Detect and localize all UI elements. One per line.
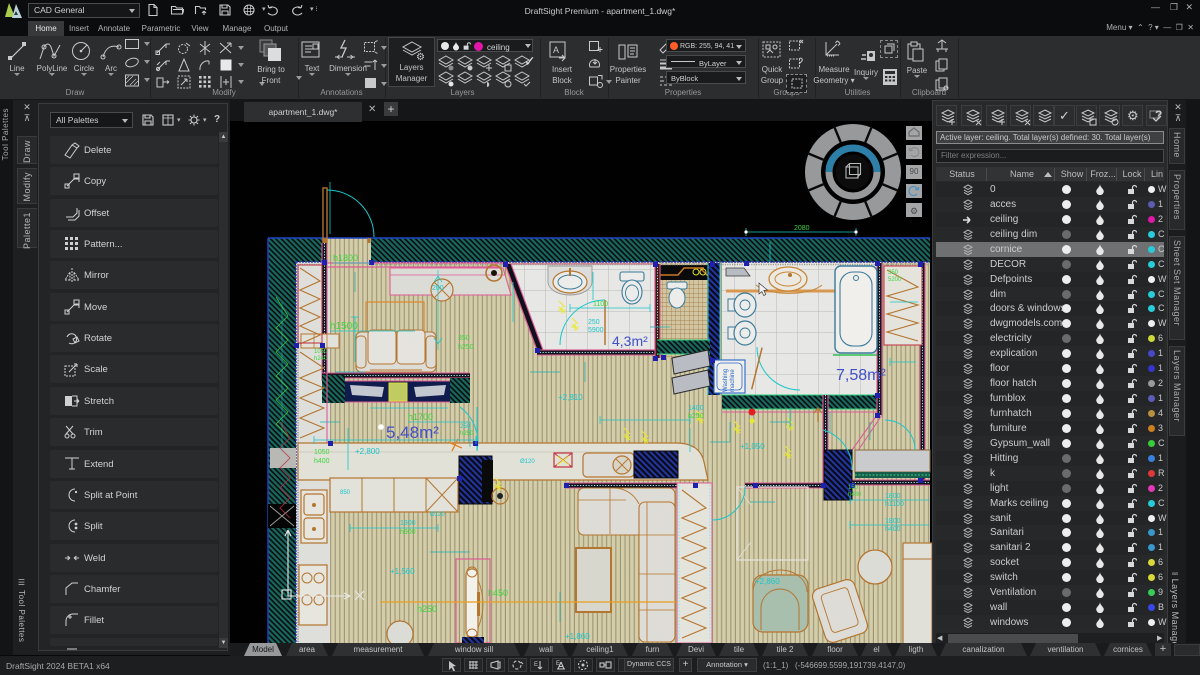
svg-text:+1,560: +1,560 <box>390 567 415 576</box>
svg-text:h400: h400 <box>885 526 901 533</box>
svg-text:h250: h250 <box>417 604 437 614</box>
svg-text:+2,810: +2,810 <box>558 393 583 402</box>
svg-text:Ø120: Ø120 <box>520 459 535 465</box>
svg-text:5200: 5200 <box>888 277 902 283</box>
svg-text:h250: h250 <box>458 344 474 351</box>
svg-text:⚙: ⚙ <box>910 206 918 216</box>
svg-text:1800: 1800 <box>885 493 901 500</box>
svg-text:A: A <box>553 45 559 55</box>
svg-text:350: 350 <box>458 335 470 342</box>
svg-text:350: 350 <box>888 270 899 276</box>
svg-text:Washing: Washing <box>723 369 729 392</box>
svg-text:7,58m²: 7,58m² <box>836 367 886 384</box>
svg-text:Ø120: Ø120 <box>430 512 445 518</box>
svg-text:1050: 1050 <box>314 349 328 355</box>
svg-text:h450: h450 <box>488 588 508 598</box>
svg-text:1900: 1900 <box>400 520 416 527</box>
svg-text:h250: h250 <box>460 431 474 437</box>
svg-text:4,3m²: 4,3m² <box>612 333 648 349</box>
svg-text:150: 150 <box>848 485 859 491</box>
svg-text:h900: h900 <box>400 529 416 536</box>
svg-text:1400: 1400 <box>688 405 704 412</box>
svg-text:1800: 1800 <box>885 518 901 525</box>
svg-text:h250: h250 <box>688 413 704 420</box>
svg-text:5,48m²: 5,48m² <box>386 423 439 442</box>
svg-text:h240: h240 <box>314 356 328 362</box>
svg-text:250: 250 <box>588 319 600 326</box>
svg-text:5900: 5900 <box>588 327 604 334</box>
svg-text:h480: h480 <box>848 492 862 498</box>
svg-text:90: 90 <box>910 167 919 176</box>
svg-text:h1700: h1700 <box>408 412 433 422</box>
svg-text:h1500: h1500 <box>330 321 358 332</box>
svg-text:E: E <box>534 662 538 668</box>
svg-text:2080: 2080 <box>794 225 810 232</box>
svg-text:machine: machine <box>730 369 736 392</box>
svg-text:h1100: h1100 <box>885 501 904 508</box>
svg-text:1050: 1050 <box>314 449 330 456</box>
svg-text:200: 200 <box>432 285 444 292</box>
svg-text:1100: 1100 <box>593 301 608 308</box>
svg-text:+1,860: +1,860 <box>565 632 590 641</box>
svg-text:+2,800: +2,800 <box>355 447 380 456</box>
svg-text:h400: h400 <box>314 458 330 465</box>
svg-text:+1,050: +1,050 <box>740 442 765 451</box>
svg-text:h1800: h1800 <box>333 253 358 263</box>
svg-text:250: 250 <box>460 424 471 430</box>
svg-text:+2,860: +2,860 <box>755 577 780 586</box>
svg-text:850: 850 <box>340 490 351 496</box>
